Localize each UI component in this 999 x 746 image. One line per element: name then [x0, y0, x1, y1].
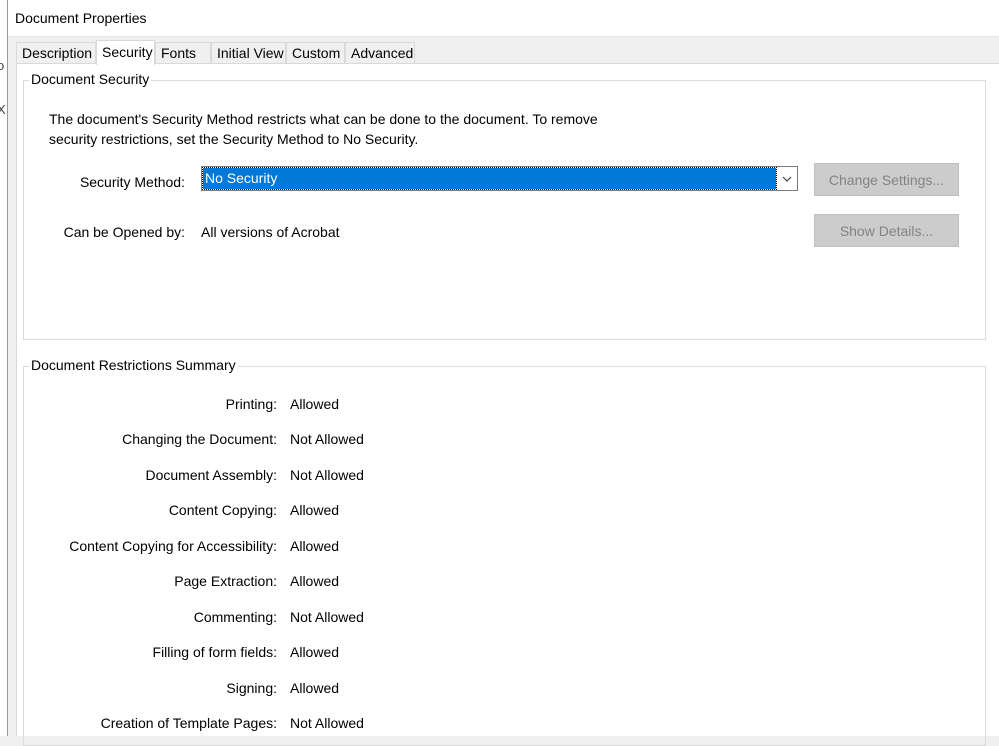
- security-tab-panel: Document Security The document's Securit…: [16, 63, 999, 746]
- tab-security[interactable]: Security: [96, 40, 155, 65]
- restriction-label-commenting: Commenting:: [193, 609, 277, 625]
- security-description: The document's Security Method restricts…: [49, 111, 598, 147]
- restrictions-summary-title: Document Restrictions Summary: [29, 357, 238, 373]
- window-title: Document Properties: [15, 10, 147, 26]
- show-details-button[interactable]: Show Details...: [814, 214, 959, 247]
- edge-glyph: o: [0, 58, 4, 73]
- security-method-value: No Security: [202, 167, 777, 190]
- opened-by-value: All versions of Acrobat: [201, 224, 340, 240]
- document-security-title: Document Security: [29, 71, 152, 87]
- restrictions-summary-group: Document Restrictions Summary Printing: …: [23, 357, 986, 746]
- chevron-down-icon[interactable]: [776, 167, 797, 190]
- restriction-label-signing: Signing:: [226, 680, 277, 696]
- restriction-label-assembly: Document Assembly:: [145, 467, 278, 483]
- restriction-value-assembly: Not Allowed: [290, 467, 364, 483]
- restriction-value-signing: Allowed: [290, 680, 340, 696]
- restriction-value-printing: Allowed: [290, 396, 340, 412]
- tab-fonts[interactable]: Fonts: [155, 42, 211, 64]
- tab-initial-view[interactable]: Initial View: [211, 42, 286, 64]
- edge-glyph: X: [0, 102, 6, 117]
- restriction-value-page-extraction: Allowed: [290, 573, 340, 589]
- restriction-value-template-pages: Not Allowed: [290, 715, 364, 731]
- restriction-value-form-fields: Allowed: [290, 644, 340, 660]
- security-method-select[interactable]: No Security: [201, 166, 798, 191]
- restriction-label-printing: Printing:: [225, 396, 277, 412]
- restriction-value-changing: Not Allowed: [290, 431, 364, 447]
- title-bar: Document Properties: [0, 0, 999, 37]
- opened-by-label: Can be Opened by:: [63, 224, 185, 240]
- restriction-label-copying: Content Copying:: [168, 502, 277, 518]
- tab-advanced[interactable]: Advanced: [345, 42, 415, 64]
- restriction-value-commenting: Not Allowed: [290, 609, 364, 625]
- restriction-value-accessibility: Allowed: [290, 538, 340, 554]
- tab-custom[interactable]: Custom: [286, 42, 345, 64]
- background-window-edge: o X: [0, 0, 8, 736]
- tab-description[interactable]: Description: [16, 42, 96, 64]
- restriction-label-form-fields: Filling of form fields:: [152, 644, 277, 660]
- document-security-group: Document Security The document's Securit…: [23, 71, 986, 340]
- restriction-value-copying: Allowed: [290, 502, 340, 518]
- security-method-label: Security Method:: [79, 174, 185, 190]
- restriction-label-changing: Changing the Document:: [122, 431, 277, 447]
- restriction-label-page-extraction: Page Extraction:: [174, 573, 277, 589]
- restriction-label-template-pages: Creation of Template Pages:: [100, 715, 277, 731]
- change-settings-button[interactable]: Change Settings...: [814, 163, 959, 196]
- restriction-label-accessibility: Content Copying for Accessibility:: [69, 538, 277, 554]
